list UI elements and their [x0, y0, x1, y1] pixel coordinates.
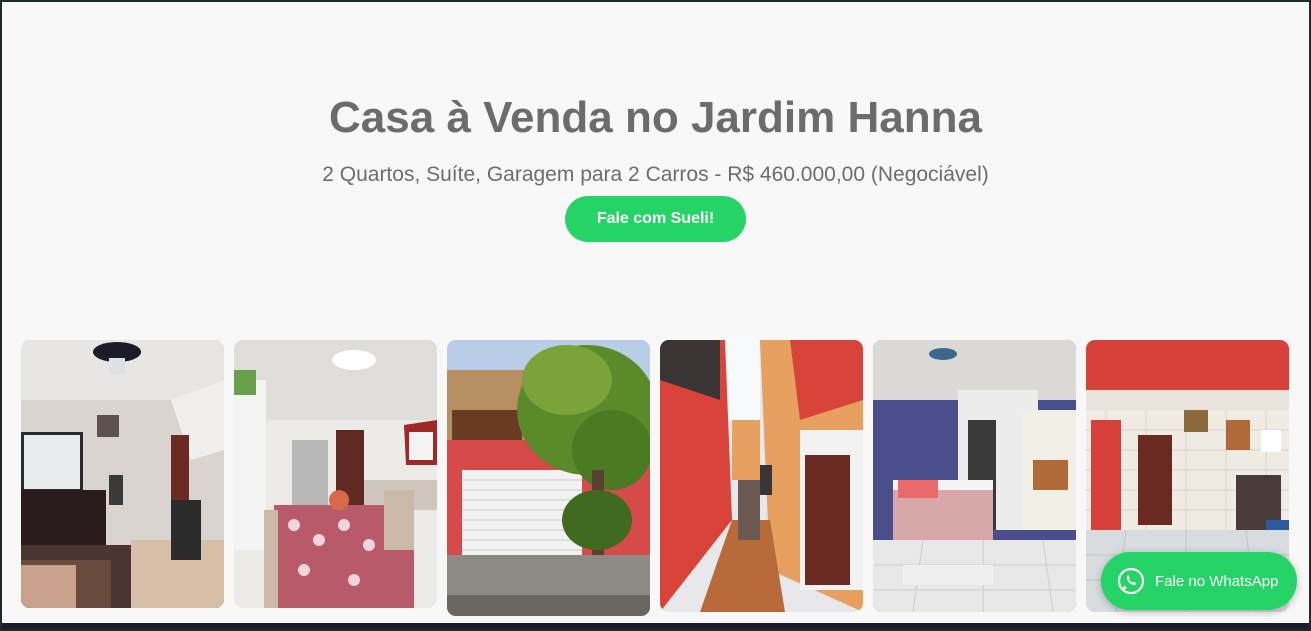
landing-page: Casa à Venda no Jardim Hanna 2 Quartos, … — [0, 0, 1311, 631]
kitchen-image — [234, 340, 437, 608]
whatsapp-button-label: Fale no WhatsApp — [1155, 572, 1279, 590]
gallery-photo-bedroom[interactable] — [873, 340, 1076, 612]
facade-image — [447, 340, 650, 616]
photo-gallery — [21, 340, 1291, 616]
whatsapp-icon — [1117, 567, 1145, 595]
living-room-image — [21, 340, 224, 608]
gallery-photo-kitchen[interactable] — [234, 340, 437, 608]
side-corridor-image — [660, 340, 863, 612]
whatsapp-floating-button[interactable]: Fale no WhatsApp — [1101, 552, 1297, 610]
bottom-edge — [2, 623, 1309, 629]
hero-section: Casa à Venda no Jardim Hanna 2 Quartos, … — [2, 92, 1309, 242]
gallery-photo-side-corridor[interactable] — [660, 340, 863, 612]
gallery-photo-living-room[interactable] — [21, 340, 224, 608]
page-title: Casa à Venda no Jardim Hanna — [329, 93, 982, 142]
contact-sueli-button[interactable]: Fale com Sueli! — [565, 196, 746, 242]
gallery-photo-facade[interactable] — [447, 340, 650, 616]
property-summary: 2 Quartos, Suíte, Garagem para 2 Carros … — [322, 163, 989, 186]
bedroom-image — [873, 340, 1076, 612]
